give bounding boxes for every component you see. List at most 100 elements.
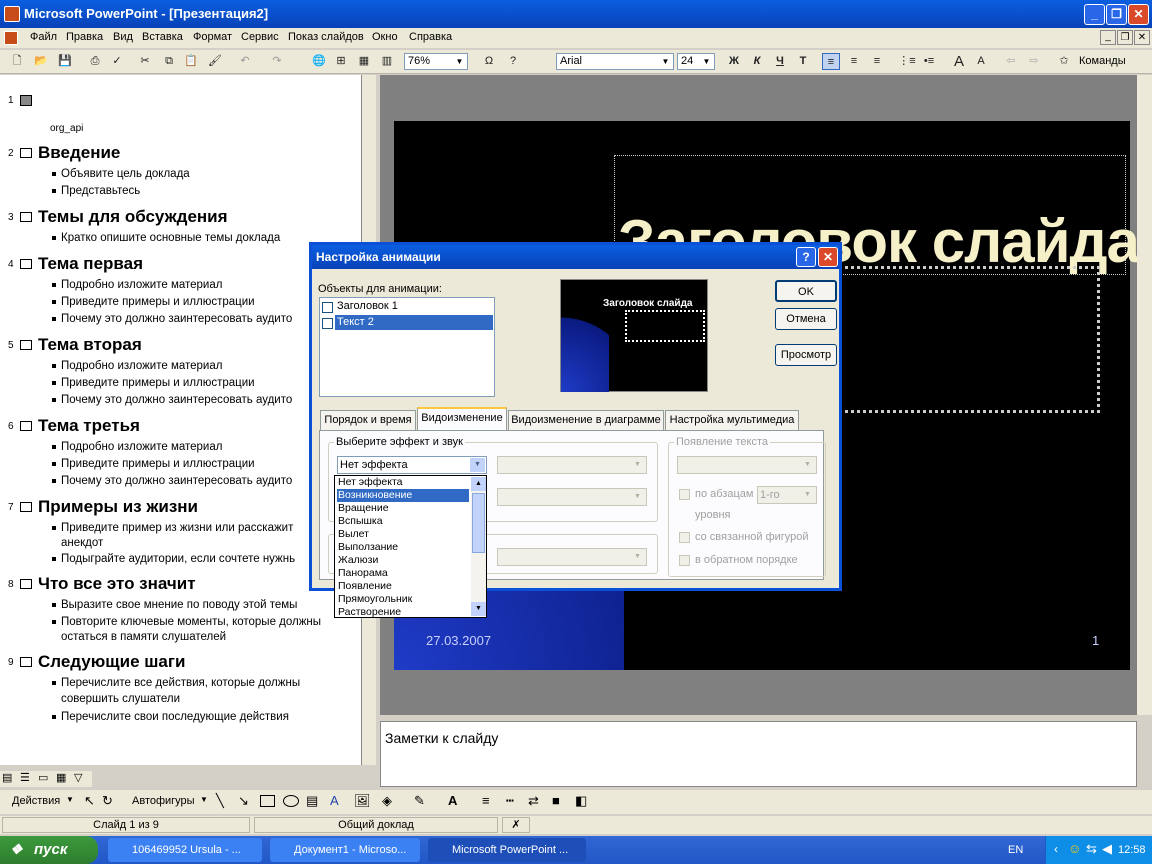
insert-table-icon[interactable]: ▦	[355, 53, 373, 70]
actions-menu[interactable]: Действия	[12, 795, 60, 807]
line-style-icon[interactable]: ≡	[482, 793, 490, 808]
format-painter-icon[interactable]: 🖌	[206, 53, 224, 70]
tables-icon[interactable]: ⊞	[332, 53, 350, 70]
notes-text[interactable]: Заметки к слайду	[385, 730, 498, 746]
chevron-down-icon[interactable]: ▼	[453, 55, 466, 68]
bullet-text[interactable]: Выразите свое мнение по поводу этой темы	[61, 597, 297, 613]
new-icon[interactable]: 🗋	[8, 53, 26, 70]
slide-title[interactable]: Темы для обсуждения	[38, 207, 228, 227]
print-icon[interactable]: ⎙	[86, 53, 104, 70]
line-color-icon[interactable]: ✎	[414, 793, 425, 809]
slide-icon[interactable]	[20, 579, 32, 589]
underline-button[interactable]: Ч	[771, 53, 789, 70]
redo-icon[interactable]: ↷	[268, 53, 286, 70]
menu-edit[interactable]: Правка	[66, 31, 103, 43]
slide-title[interactable]: Тема вторая	[38, 335, 142, 355]
task-ursula[interactable]: 106469952 Ursula - ...	[108, 838, 262, 862]
bullets-icon[interactable]: •≡	[920, 53, 938, 70]
checkbox[interactable]	[679, 532, 690, 543]
bullet-text[interactable]: Почему это должно заинтересовать аудито	[61, 311, 292, 327]
menu-help[interactable]: Справка	[409, 31, 452, 43]
promote-icon[interactable]: ⇦	[1002, 53, 1020, 70]
bold-button[interactable]: Ж	[725, 53, 743, 70]
cancel-button[interactable]: Отмена	[775, 308, 837, 330]
menu-insert[interactable]: Вставка	[142, 31, 183, 43]
zoom-combo[interactable]: 76% ▼	[404, 53, 468, 70]
document-icon[interactable]	[4, 31, 18, 45]
after-animation-select[interactable]: ▼	[497, 548, 647, 566]
effect-option[interactable]: Вспышка	[337, 515, 469, 528]
outline-view-icon[interactable]: ☰	[20, 771, 30, 784]
slide-thumbnail-icon[interactable]	[20, 95, 32, 106]
slide-title[interactable]: Тема первая	[38, 254, 143, 274]
slide-icon[interactable]	[20, 212, 32, 222]
align-center-icon[interactable]: ≡	[845, 53, 863, 70]
slideshow-icon[interactable]: ▽	[74, 771, 82, 784]
effect-option[interactable]: Возникновение	[337, 489, 469, 502]
effect-option[interactable]: Появление	[337, 580, 469, 593]
slide-title[interactable]: Введение	[38, 143, 120, 163]
bullet-text[interactable]: совершить слушатели	[61, 691, 180, 707]
volume-icon[interactable]: ◀	[1102, 841, 1112, 857]
symbol-icon[interactable]: Ω	[480, 53, 498, 70]
network-icon[interactable]: ⇆	[1086, 841, 1097, 857]
font-size-combo[interactable]: 24 ▼	[677, 53, 715, 70]
slide-icon[interactable]	[20, 340, 32, 350]
align-left-icon[interactable]: ≡	[822, 53, 840, 70]
tray-expand-icon[interactable]: ‹	[1054, 842, 1058, 856]
bullet-text[interactable]: Приведите примеры и иллюстрации	[61, 456, 255, 472]
bullet-text[interactable]: Подыграйте аудитории, если сочтете нужнь	[61, 551, 295, 567]
minimize-button[interactable]: _	[1084, 4, 1105, 25]
outline-pane[interactable]: 1 org_api 2 Введение Объявите цель докла…	[0, 75, 362, 765]
object-item-title[interactable]: Заголовок 1	[337, 300, 398, 312]
object-item-text[interactable]: Текст 2	[337, 316, 374, 328]
menu-format[interactable]: Формат	[193, 31, 232, 43]
italic-button[interactable]: К	[748, 53, 766, 70]
chevron-down-icon[interactable]: ▼	[470, 458, 485, 472]
menu-view[interactable]: Вид	[113, 31, 133, 43]
effect-option[interactable]: Вылет	[337, 528, 469, 541]
oval-icon[interactable]	[283, 795, 299, 807]
numbering-icon[interactable]: ⋮≡	[898, 53, 916, 70]
sorter-view-icon[interactable]: ▦	[56, 771, 66, 784]
tab-multimedia[interactable]: Настройка мультимедиа	[665, 410, 799, 430]
doc-restore-button[interactable]: ❐	[1117, 30, 1133, 45]
paste-icon[interactable]: 📋	[182, 53, 200, 70]
bullet-text[interactable]: Перечислите свои последующие действия	[61, 709, 289, 725]
text-appearance-select[interactable]: ▼	[677, 456, 817, 474]
menu-window[interactable]: Окно	[372, 31, 398, 43]
effect-option[interactable]: Нет эффекта	[337, 476, 469, 489]
checkbox[interactable]	[679, 489, 690, 500]
design-icon[interactable]: ✩	[1055, 53, 1073, 70]
select-pointer-icon[interactable]: ↖	[84, 793, 95, 809]
effect-option[interactable]: Выползание	[337, 541, 469, 554]
slide-title[interactable]: Следующие шаги	[38, 652, 185, 672]
slide-title[interactable]: Примеры из жизни	[38, 497, 198, 517]
bullet-text[interactable]: Подробно изложите материал	[61, 358, 222, 374]
increase-font-icon[interactable]: A	[950, 53, 968, 70]
scroll-down-icon[interactable]: ▼	[471, 602, 486, 616]
open-icon[interactable]: 📂	[32, 53, 50, 70]
commands-menu[interactable]: Команды	[1079, 55, 1126, 67]
notes-pane[interactable]: Заметки к слайду	[380, 721, 1137, 787]
insert-chart-icon[interactable]: ▥	[378, 53, 396, 70]
slide-icon[interactable]	[20, 148, 32, 158]
level-select[interactable]: 1-го ▼	[757, 486, 817, 504]
checkbox[interactable]	[322, 318, 333, 329]
scroll-up-icon[interactable]: ▲	[471, 477, 486, 491]
slide-icon[interactable]	[20, 502, 32, 512]
undo-icon[interactable]: ↶	[236, 53, 254, 70]
align-right-icon[interactable]: ≡	[868, 53, 886, 70]
help-icon[interactable]: ?	[504, 53, 522, 70]
task-word[interactable]: Документ1 - Microso...	[270, 838, 420, 862]
textbox-icon[interactable]: ▤	[306, 793, 318, 809]
effect-select[interactable]: Нет эффекта ▼	[337, 456, 487, 474]
font-color-icon[interactable]: A	[448, 793, 457, 808]
start-button[interactable]: ❖ пуск	[0, 836, 98, 864]
messenger-icon[interactable]: ☺	[1068, 841, 1081, 856]
fill-color-icon[interactable]: ◈	[382, 793, 392, 809]
rotate-icon[interactable]: ↻	[102, 793, 113, 809]
demote-icon[interactable]: ⇨	[1025, 53, 1043, 70]
bullet-text[interactable]: Кратко опишите основные темы доклада	[61, 230, 280, 246]
restore-button[interactable]: ❐	[1106, 4, 1127, 25]
